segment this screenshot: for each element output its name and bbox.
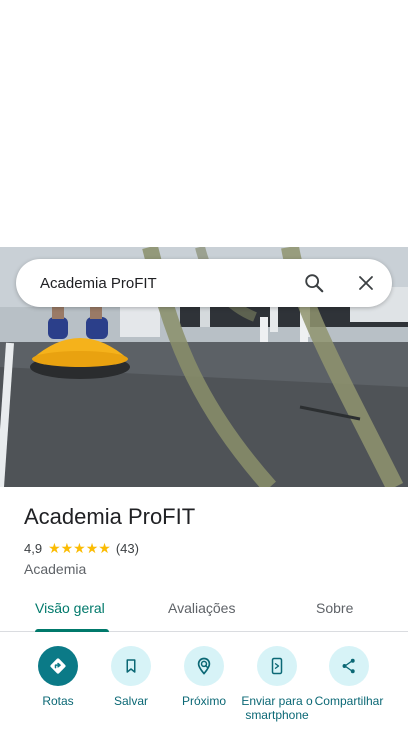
nearby-icon [184, 646, 224, 686]
active-tab-indicator [35, 629, 109, 632]
place-title: Academia ProFIT [24, 504, 196, 529]
search-input[interactable]: Academia ProFIT [40, 275, 294, 292]
tab-about[interactable]: Sobre [316, 600, 353, 616]
save-label: Salvar [113, 694, 148, 708]
bookmark-icon [111, 646, 151, 686]
directions-icon [38, 646, 78, 686]
rating-value: 4,9 [24, 541, 43, 556]
review-count[interactable]: (43) [116, 541, 139, 556]
send-to-phone-icon [257, 646, 297, 686]
send-to-phone-label: Enviar para o smartphone [241, 694, 313, 722]
send-to-phone-button[interactable]: Enviar para o smartphone [237, 646, 317, 722]
action-bar: Rotas Salvar Próximo Enviar para o smart… [0, 646, 408, 734]
search-bar[interactable]: Academia ProFIT [16, 259, 392, 307]
nearby-label: Próximo [181, 694, 226, 708]
close-icon[interactable] [346, 263, 386, 303]
tab-reviews[interactable]: Avaliações [168, 600, 235, 616]
share-button[interactable]: Compartilhar [309, 646, 389, 708]
nearby-button[interactable]: Próximo [164, 646, 244, 708]
place-category[interactable]: Academia [24, 561, 86, 577]
directions-button[interactable]: Rotas [18, 646, 98, 708]
share-icon [329, 646, 369, 686]
share-label: Compartilhar [314, 694, 384, 708]
place-tabs: Visão geral Avaliações Sobre [0, 586, 408, 632]
rating-row[interactable]: 4,9 ★★★★★ (43) [24, 540, 139, 557]
directions-label: Rotas [42, 694, 74, 708]
save-button[interactable]: Salvar [91, 646, 171, 708]
tab-overview[interactable]: Visão geral [35, 600, 105, 616]
search-icon[interactable] [294, 263, 334, 303]
star-rating-icon: ★★★★★ [48, 540, 111, 556]
